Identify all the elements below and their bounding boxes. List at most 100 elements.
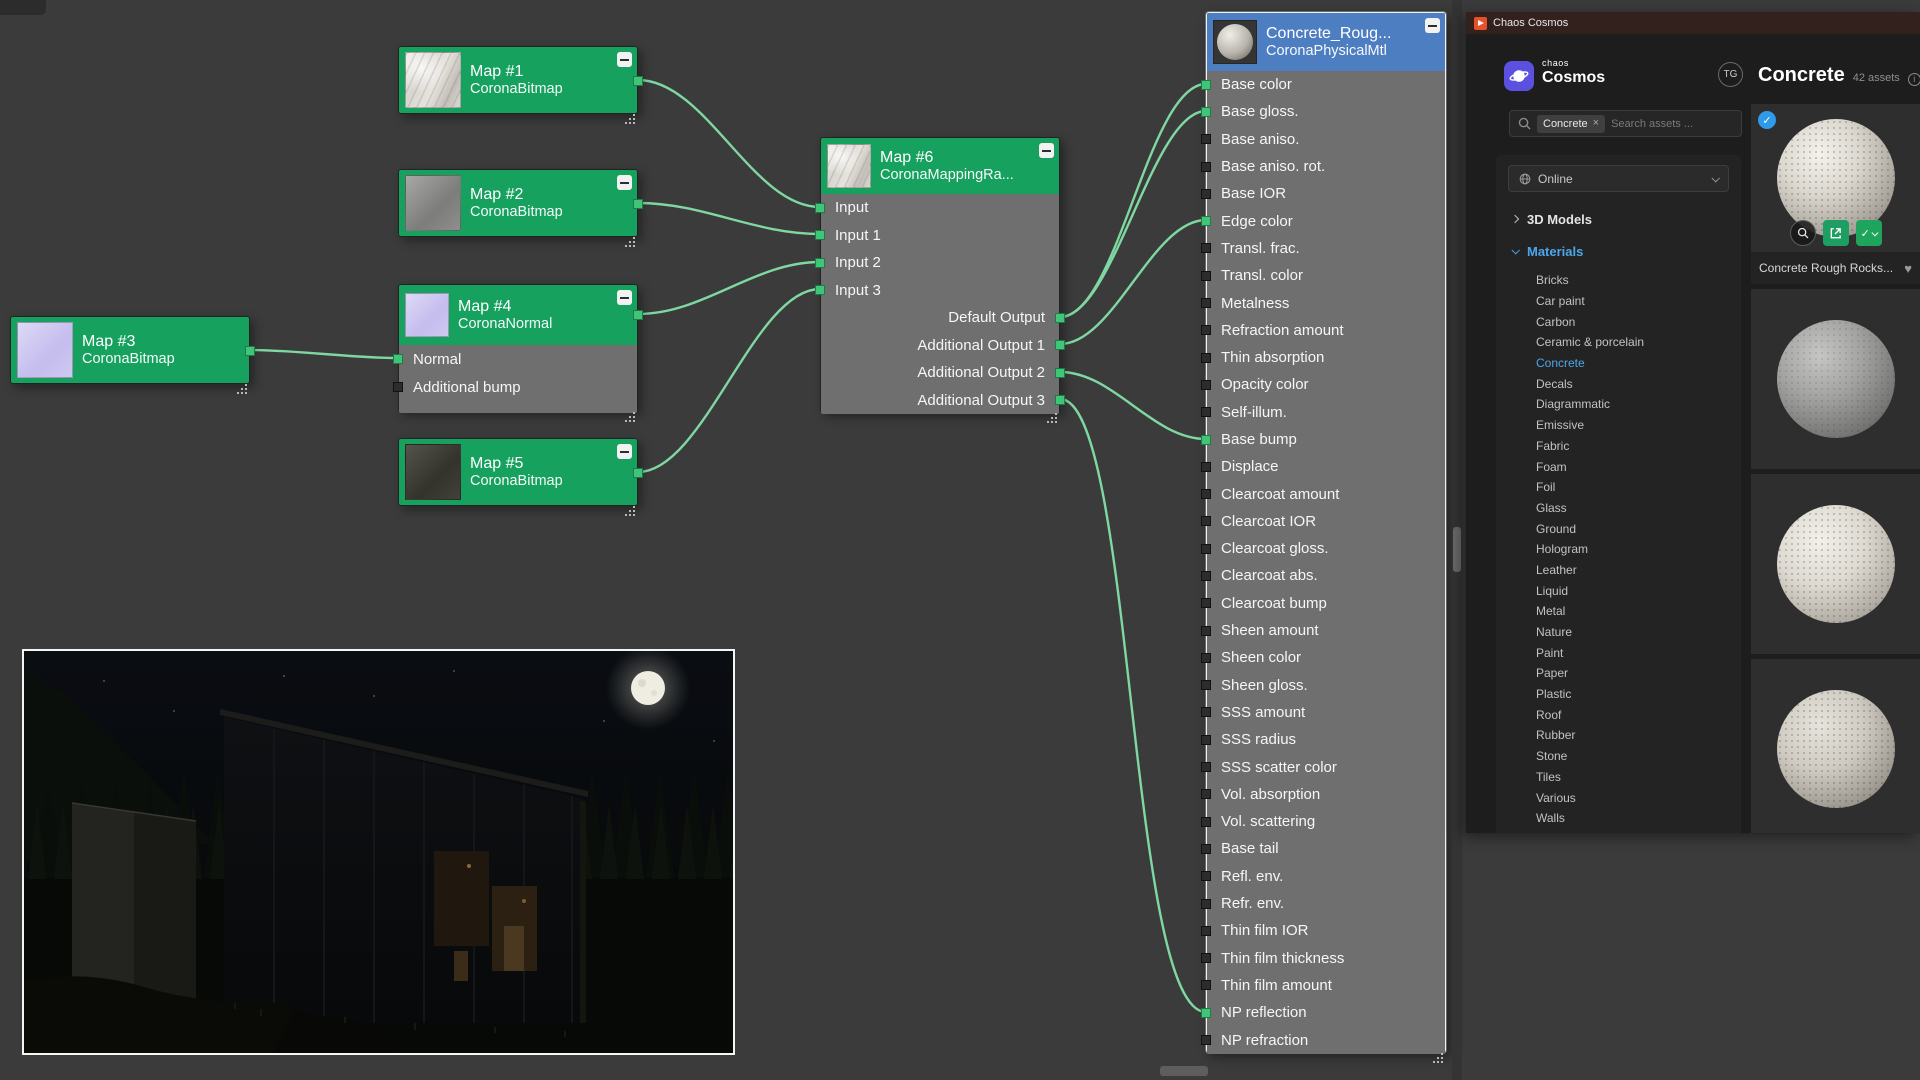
input-socket[interactable] — [815, 203, 825, 213]
tree-item-materials[interactable]: Materials — [1508, 240, 1729, 262]
node-map4[interactable]: Map #4 CoronaNormal Normal Additional bu… — [398, 284, 638, 412]
input-socket[interactable] — [1201, 516, 1211, 526]
node-map1[interactable]: Map #1 CoronaBitmap — [398, 46, 638, 114]
category-item[interactable]: Paint — [1508, 642, 1729, 663]
category-item[interactable]: Plastic — [1508, 684, 1729, 705]
vertical-scrollbar-thumb[interactable] — [1453, 527, 1461, 572]
node-map3[interactable]: Map #3 CoronaBitmap — [10, 316, 250, 384]
input-socket[interactable] — [1201, 243, 1211, 253]
node-map2[interactable]: Map #2 CoronaBitmap — [398, 169, 638, 237]
input-socket[interactable] — [1201, 271, 1211, 281]
cosmos-titlebar[interactable]: Chaos Cosmos — [1466, 12, 1920, 34]
category-item[interactable]: Liquid — [1508, 580, 1729, 601]
node-material-concrete[interactable]: Concrete_Roug... CoronaPhysicalMtl Base … — [1206, 12, 1446, 1053]
resize-grip[interactable] — [237, 384, 249, 396]
input-socket[interactable] — [1201, 544, 1211, 554]
output-socket[interactable] — [1055, 313, 1065, 323]
tree-item-3d-models[interactable]: 3D Models — [1508, 208, 1729, 230]
input-socket[interactable] — [1201, 871, 1211, 881]
category-item[interactable]: Glass — [1508, 498, 1729, 519]
output-socket[interactable] — [633, 468, 643, 478]
input-socket[interactable] — [1201, 216, 1211, 226]
input-socket[interactable] — [1201, 162, 1211, 172]
category-item[interactable]: Diagrammatic — [1508, 394, 1729, 415]
input-socket[interactable] — [1201, 598, 1211, 608]
input-socket[interactable] — [1201, 789, 1211, 799]
input-socket[interactable] — [1201, 571, 1211, 581]
search-bar[interactable]: Concrete × — [1509, 110, 1742, 137]
online-filter-select[interactable]: Online — [1508, 165, 1729, 192]
collapse-icon[interactable] — [1425, 18, 1440, 33]
render-preview-window[interactable] — [22, 649, 735, 1055]
category-item[interactable]: Roof — [1508, 704, 1729, 725]
input-socket[interactable] — [1201, 680, 1211, 690]
input-socket[interactable] — [1201, 980, 1211, 990]
category-item[interactable]: Carbon — [1508, 311, 1729, 332]
vertical-scrollbar[interactable] — [1452, 0, 1462, 1080]
favorite-heart-icon[interactable]: ♥ — [1904, 261, 1912, 276]
resize-grip[interactable] — [625, 412, 637, 424]
input-socket[interactable] — [1201, 1035, 1211, 1045]
input-socket[interactable] — [1201, 762, 1211, 772]
output-socket[interactable] — [245, 346, 255, 356]
input-socket[interactable] — [1201, 953, 1211, 963]
horizontal-scrollbar-thumb[interactable] — [1160, 1066, 1208, 1076]
info-icon[interactable]: i — [1908, 73, 1920, 86]
input-socket[interactable] — [1201, 899, 1211, 909]
import-asset-button[interactable]: ✓ — [1856, 220, 1882, 246]
asset-card[interactable] — [1751, 474, 1920, 654]
input-socket[interactable] — [1201, 380, 1211, 390]
input-socket[interactable] — [1201, 1008, 1211, 1018]
output-socket[interactable] — [1055, 340, 1065, 350]
category-item[interactable]: Foil — [1508, 477, 1729, 498]
zoom-asset-button[interactable] — [1790, 220, 1816, 246]
input-socket[interactable] — [815, 230, 825, 240]
category-item[interactable]: Various — [1508, 787, 1729, 808]
input-socket[interactable] — [1201, 407, 1211, 417]
input-socket[interactable] — [1201, 80, 1211, 90]
category-item[interactable]: Emissive — [1508, 415, 1729, 436]
category-item[interactable]: Car paint — [1508, 291, 1729, 312]
input-socket[interactable] — [815, 258, 825, 268]
input-socket[interactable] — [1201, 489, 1211, 499]
input-socket[interactable] — [393, 382, 403, 392]
category-item[interactable]: Stone — [1508, 746, 1729, 767]
category-item[interactable]: Wood — [1508, 829, 1729, 833]
input-socket[interactable] — [1201, 817, 1211, 827]
input-socket[interactable] — [1201, 298, 1211, 308]
search-filter-chip[interactable]: Concrete × — [1537, 115, 1605, 133]
input-socket[interactable] — [1201, 134, 1211, 144]
input-socket[interactable] — [1201, 435, 1211, 445]
resize-grip[interactable] — [1433, 1053, 1445, 1065]
input-socket[interactable] — [1201, 462, 1211, 472]
output-socket[interactable] — [633, 310, 643, 320]
category-item[interactable]: Foam — [1508, 456, 1729, 477]
account-badge[interactable]: TG — [1718, 62, 1743, 87]
asset-card[interactable] — [1751, 659, 1920, 833]
category-item[interactable]: Walls — [1508, 808, 1729, 829]
collapse-icon[interactable] — [617, 52, 632, 67]
input-socket[interactable] — [1201, 353, 1211, 363]
category-item[interactable]: Ground — [1508, 518, 1729, 539]
resize-grip[interactable] — [625, 506, 637, 518]
category-item[interactable]: Fabric — [1508, 436, 1729, 457]
input-socket[interactable] — [1201, 844, 1211, 854]
asset-card-selected[interactable]: ✓ — [1751, 104, 1920, 284]
category-item[interactable]: Rubber — [1508, 725, 1729, 746]
category-item[interactable]: Tiles — [1508, 767, 1729, 788]
category-item[interactable]: Paper — [1508, 663, 1729, 684]
input-socket[interactable] — [1201, 325, 1211, 335]
input-socket[interactable] — [1201, 107, 1211, 117]
input-socket[interactable] — [1201, 707, 1211, 717]
output-socket[interactable] — [1055, 368, 1065, 378]
collapse-icon[interactable] — [617, 290, 632, 305]
node-map6[interactable]: Map #6 CoronaMappingRa... Input Input 1 — [820, 137, 1060, 413]
collapse-icon[interactable] — [617, 175, 632, 190]
input-socket[interactable] — [393, 354, 403, 364]
resize-grip[interactable] — [625, 237, 637, 249]
resize-grip[interactable] — [625, 114, 637, 126]
input-socket[interactable] — [815, 285, 825, 295]
category-item[interactable]: Decals — [1508, 373, 1729, 394]
collapse-icon[interactable] — [617, 444, 632, 459]
node-map5[interactable]: Map #5 CoronaBitmap — [398, 438, 638, 506]
